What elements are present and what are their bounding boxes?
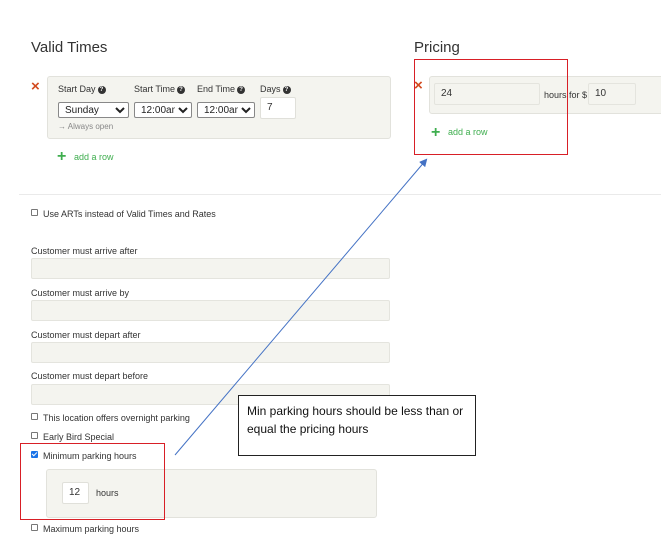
- callout-note: Min parking hours should be less than or…: [238, 395, 476, 456]
- annotation-arrow: [174, 158, 428, 456]
